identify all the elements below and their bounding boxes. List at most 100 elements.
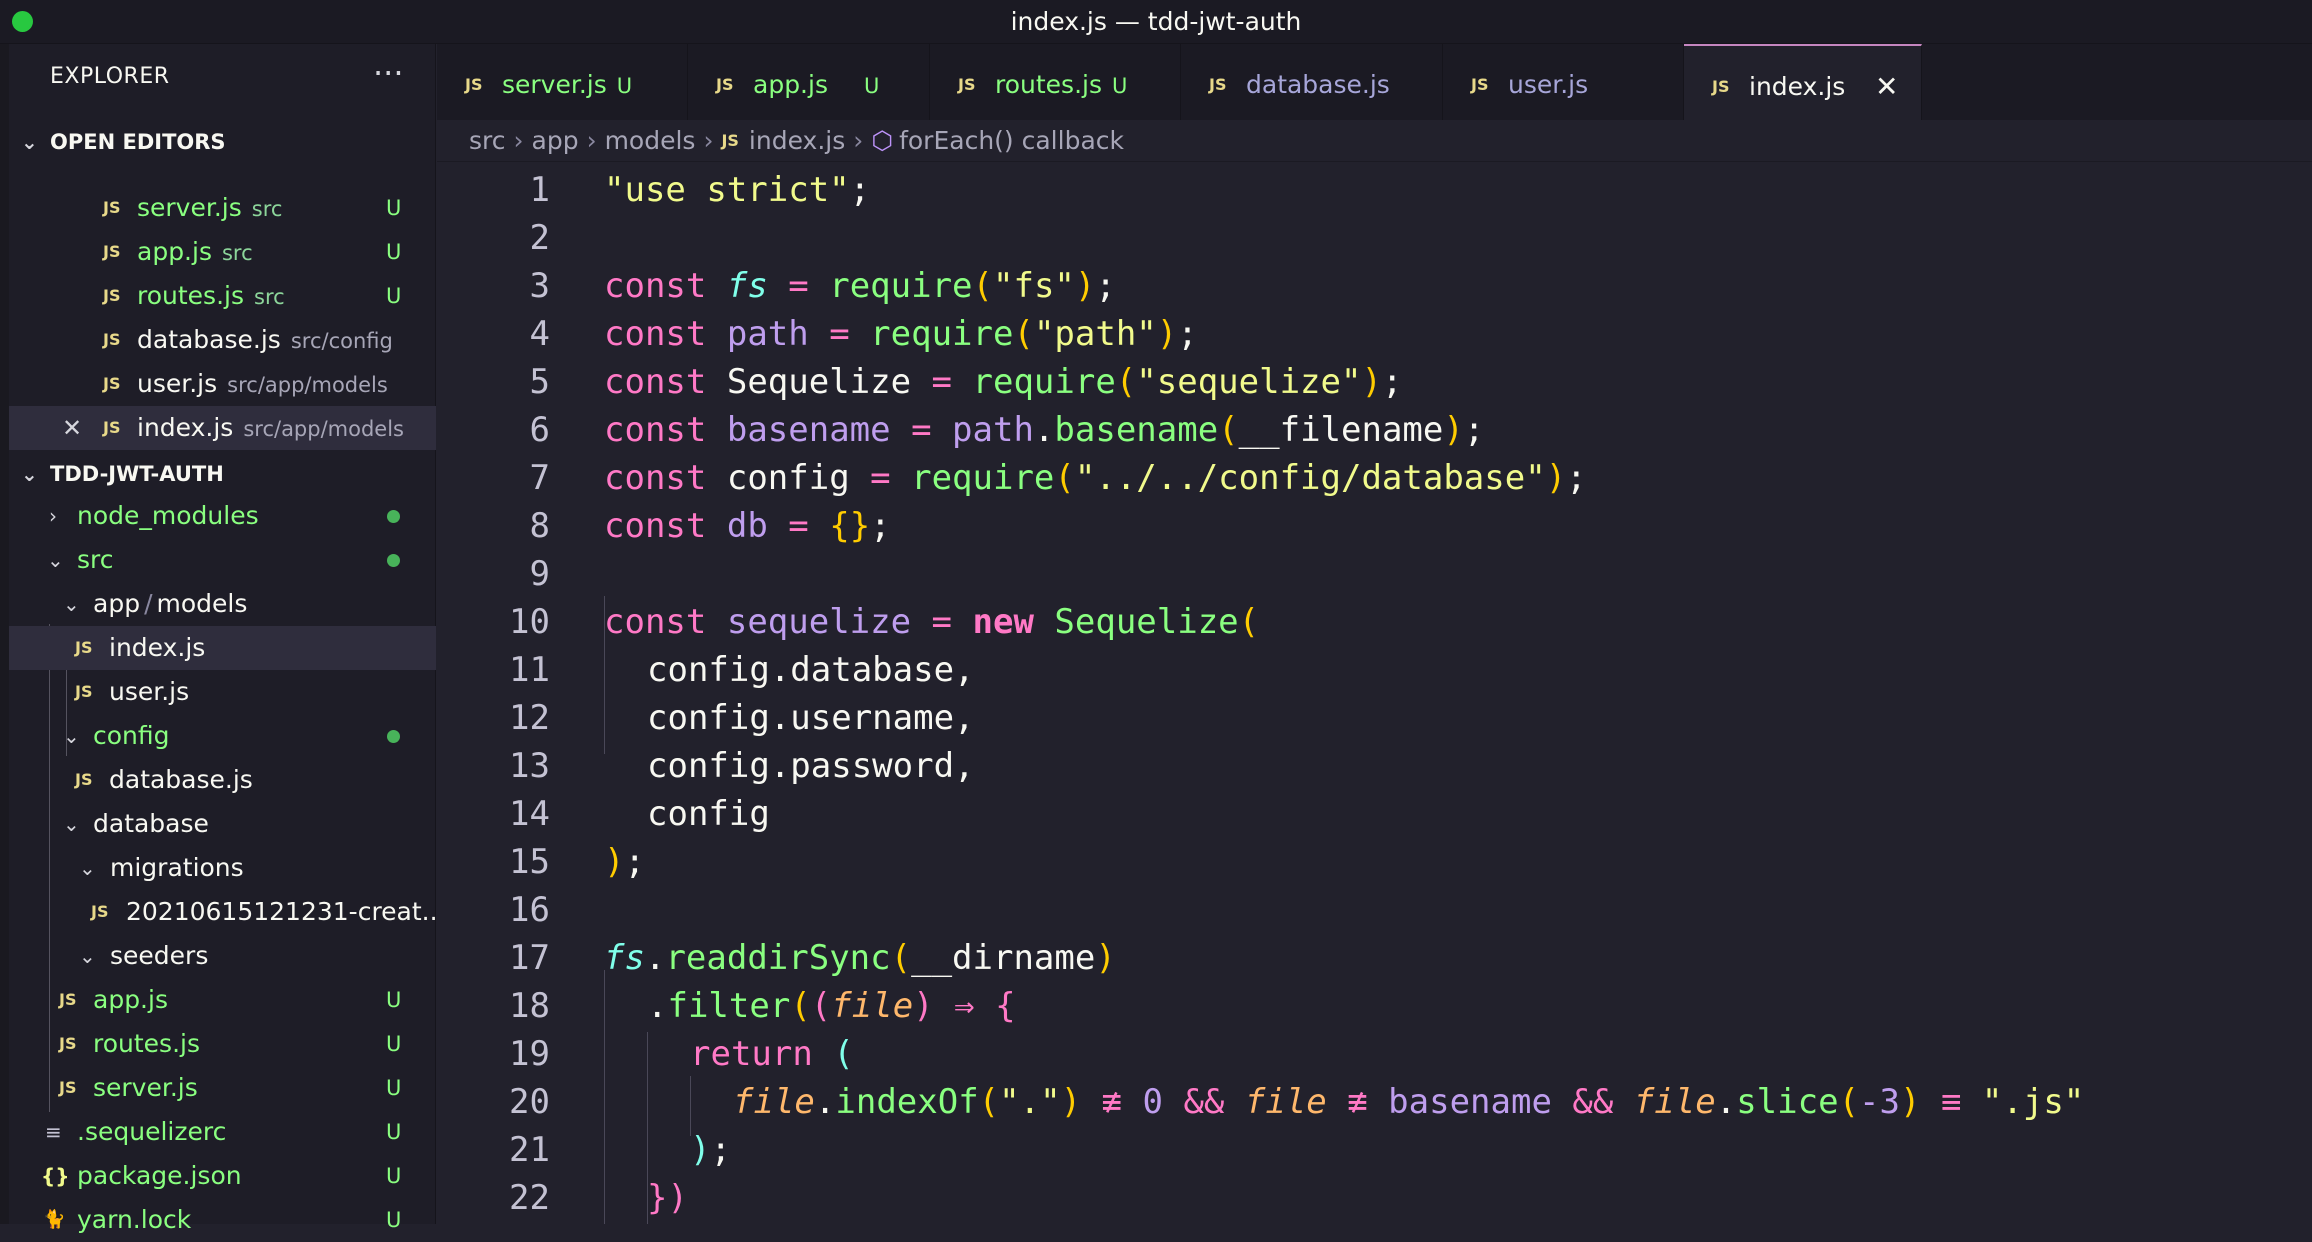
- code-line: 7 const config = require("../../config/da…: [437, 454, 2312, 502]
- tab-server-js[interactable]: JS server.js U: [437, 44, 688, 120]
- code-line: 12 config.username,: [437, 694, 2312, 742]
- explorer-title: EXPLORER: [50, 64, 170, 89]
- explorer-sidebar: EXPLORER ··· ⌄ OPEN EDITORS JS server.js…: [0, 44, 446, 1234]
- open-editor-item[interactable]: JS user.js src/app/models: [9, 362, 436, 406]
- close-icon[interactable]: ✕: [62, 406, 82, 450]
- code-line: 21);: [437, 1126, 2312, 1174]
- tree-file-database-js[interactable]: JS database.js: [9, 758, 436, 802]
- breadcrumb-item[interactable]: app: [532, 126, 579, 155]
- breadcrumb-symbol[interactable]: forEach() callback: [899, 126, 1124, 155]
- open-editors-section[interactable]: ⌄ OPEN EDITORS: [9, 120, 436, 164]
- chevron-right-icon: ›: [703, 126, 714, 155]
- more-actions-icon[interactable]: ···: [373, 54, 404, 92]
- file-name: user.js: [109, 677, 190, 706]
- tree-folder-app-models[interactable]: ⌄ app / models: [9, 582, 436, 626]
- project-section[interactable]: ⌄ TDD-JWT-AUTH: [9, 452, 436, 496]
- chevron-down-icon: ⌄: [47, 548, 64, 572]
- line-number: 22: [509, 1178, 550, 1218]
- tab-label: server.js: [502, 70, 607, 99]
- file-name: index.js: [137, 413, 234, 442]
- file-name: server.js: [137, 193, 242, 222]
- js-file-icon: JS: [465, 75, 483, 94]
- line-number: 5: [529, 362, 550, 402]
- line-number: 12: [509, 698, 550, 738]
- code-line: 20 file.indexOf(".") ≢ 0 && file ≢ basena…: [437, 1078, 2312, 1126]
- line-number: 3: [529, 266, 550, 306]
- tree-file-user-js[interactable]: JS user.js: [9, 670, 436, 714]
- tree-folder-config[interactable]: ⌄ config: [9, 714, 436, 758]
- open-editor-item[interactable]: JS database.js src/config: [9, 318, 436, 362]
- folder-name: src: [77, 545, 114, 574]
- chevron-down-icon: ⌄: [21, 130, 38, 154]
- line-number: 19: [509, 1034, 550, 1074]
- folder-name: database: [93, 809, 209, 838]
- chevron-down-icon: ⌄: [79, 856, 96, 880]
- tab-label: database.js: [1246, 70, 1390, 99]
- untracked-badge: U: [616, 74, 633, 98]
- tree-folder-database[interactable]: ⌄ database: [9, 802, 436, 846]
- js-file-icon: JS: [103, 418, 121, 437]
- tree-file-package-json[interactable]: {} package.json U: [9, 1154, 436, 1198]
- tree-folder-migrations[interactable]: ⌄ migrations: [9, 846, 436, 890]
- json-file-icon: {}: [41, 1164, 70, 1188]
- tree-file-app-js[interactable]: JS app.js U: [9, 978, 436, 1022]
- tab-app-js[interactable]: JS app.js U: [688, 44, 930, 120]
- file-path: src: [251, 197, 283, 221]
- settings-file-icon: ≡: [45, 1120, 62, 1144]
- untracked-badge: U: [386, 1208, 402, 1232]
- untracked-badge: U: [863, 74, 880, 98]
- line-number: 20: [509, 1082, 550, 1122]
- js-file-icon: JS: [716, 75, 734, 94]
- tree-folder-seeders[interactable]: ⌄ seeders: [9, 934, 436, 978]
- line-number: 6: [529, 410, 550, 450]
- open-editor-item[interactable]: JS server.js src U: [9, 186, 436, 230]
- file-name: .sequelizerc: [77, 1117, 227, 1146]
- tree-file-migration[interactable]: JS 20210615121231-creat...: [9, 890, 446, 934]
- open-editor-item[interactable]: JS app.js src U: [9, 230, 436, 274]
- line-number: 14: [509, 794, 550, 834]
- file-name: app.js: [93, 985, 168, 1014]
- breadcrumb-item[interactable]: src: [469, 126, 506, 155]
- tree-file-routes-js[interactable]: JS routes.js U: [9, 1022, 436, 1066]
- code-line: 5 const Sequelize = require("sequelize");: [437, 358, 2312, 406]
- file-name: package.json: [77, 1161, 242, 1190]
- code-editor[interactable]: 1 "use strict"; 2 3 const fs = require("fs…: [437, 162, 2312, 1224]
- untracked-badge: U: [1112, 74, 1128, 98]
- path-separator: /: [144, 589, 153, 618]
- tree-folder-node-modules[interactable]: › node_modules: [9, 494, 436, 538]
- breadcrumb-file[interactable]: index.js: [749, 126, 845, 155]
- tree-file-sequelizerc[interactable]: ≡ .sequelizerc U: [9, 1110, 436, 1154]
- close-tab-icon[interactable]: ✕: [1875, 46, 1898, 128]
- open-editor-item[interactable]: JS routes.js src U: [9, 274, 436, 318]
- tree-file-yarn-lock[interactable]: 🐈 yarn.lock U: [9, 1198, 436, 1242]
- tree-file-server-js[interactable]: JS server.js U: [9, 1066, 436, 1110]
- line-number: 15: [509, 842, 550, 882]
- js-file-icon: JS: [103, 198, 121, 217]
- tab-routes-js[interactable]: JS routes.js U: [930, 44, 1181, 120]
- code-line: 6 const basename = path.basename(__filena…: [437, 406, 2312, 454]
- code-line: 10 const sequelize = new Sequelize(: [437, 598, 2312, 646]
- js-file-icon: JS: [75, 682, 93, 701]
- code-line: 19 return (: [437, 1030, 2312, 1078]
- line-number: 18: [509, 986, 550, 1026]
- line-number: 1: [529, 170, 550, 210]
- open-editor-item-active[interactable]: ✕ JS index.js src/app/models: [9, 406, 436, 450]
- js-file-icon: JS: [75, 770, 93, 789]
- code-line: 17 fs.readdirSync(__dirname): [437, 934, 2312, 982]
- tab-index-js[interactable]: JS index.js ✕: [1684, 44, 1922, 120]
- tree-file-index-js[interactable]: JS index.js: [9, 626, 436, 670]
- line-number: 17: [509, 938, 550, 978]
- window-title: index.js — tdd-jwt-auth: [1010, 7, 1302, 36]
- folder-name: seeders: [110, 941, 209, 970]
- modified-dot: [387, 730, 400, 743]
- file-path: src: [254, 285, 285, 309]
- js-file-icon: JS: [1471, 75, 1489, 94]
- tab-database-js[interactable]: JS database.js: [1181, 44, 1443, 120]
- folder-name: node_modules: [77, 501, 259, 530]
- tab-user-js[interactable]: JS user.js: [1443, 44, 1684, 120]
- tree-folder-src[interactable]: ⌄ src: [9, 538, 436, 582]
- folder-name: app: [93, 589, 141, 618]
- untracked-badge: U: [386, 988, 402, 1012]
- untracked-badge: U: [386, 1120, 402, 1144]
- breadcrumb-item[interactable]: models: [605, 126, 696, 155]
